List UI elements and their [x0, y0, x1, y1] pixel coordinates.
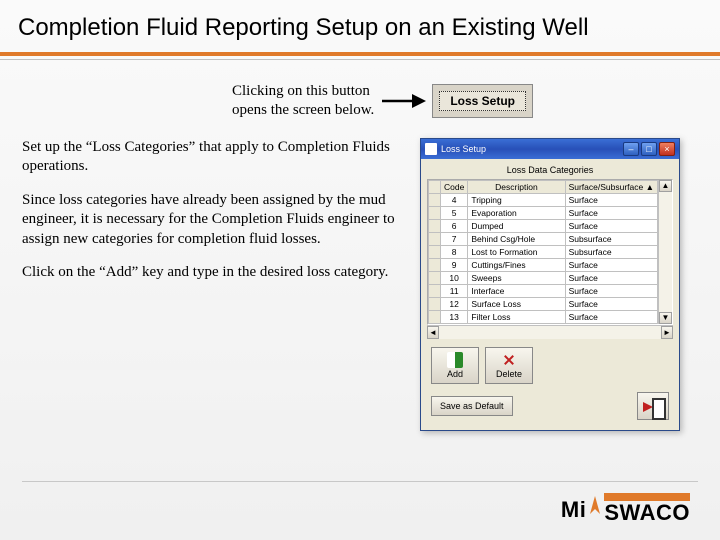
row-header[interactable]	[429, 297, 441, 310]
logo: Mi SWACO	[561, 493, 690, 526]
footer-rule	[22, 481, 698, 482]
col-description[interactable]: Description	[468, 180, 565, 193]
cell-surface[interactable]: Subsurface	[565, 232, 657, 245]
loss-setup-button-panel: Loss Setup	[432, 84, 533, 118]
table-row[interactable]: 11InterfaceSurface	[429, 284, 658, 297]
cell-code[interactable]: 7	[441, 232, 468, 245]
cell-code[interactable]: 12	[441, 297, 468, 310]
delete-button-label: Delete	[496, 369, 522, 379]
body-text: Set up the “Loss Categories” that apply …	[22, 138, 402, 431]
logo-swaco: SWACO	[604, 493, 690, 526]
cell-description[interactable]: Evaporation	[468, 206, 565, 219]
add-button-label: Add	[447, 369, 463, 379]
maximize-button[interactable]: □	[641, 142, 657, 156]
cell-description[interactable]: Behind Csg/Hole	[468, 232, 565, 245]
save-default-button[interactable]: Save as Default	[431, 396, 513, 416]
table-row[interactable]: 12Surface LossSurface	[429, 297, 658, 310]
table-row[interactable]: 8Lost to FormationSubsurface	[429, 245, 658, 258]
table-row[interactable]: 5EvaporationSurface	[429, 206, 658, 219]
add-icon	[447, 352, 463, 368]
loss-setup-window: Loss Setup – □ × Loss Data Categories Co…	[420, 138, 680, 431]
cell-description[interactable]: Filter Loss	[468, 310, 565, 323]
col-code[interactable]: Code	[441, 180, 468, 193]
exit-button[interactable]	[637, 392, 669, 420]
scroll-up-icon[interactable]: ▲	[659, 180, 672, 192]
row-header[interactable]	[429, 206, 441, 219]
row-header[interactable]	[429, 258, 441, 271]
scroll-left-icon[interactable]: ◄	[427, 326, 439, 339]
arrow-caption-line-1: Clicking on this button	[232, 83, 370, 99]
cell-surface[interactable]: Surface	[565, 310, 657, 323]
delete-icon	[501, 352, 517, 368]
row-header[interactable]	[429, 219, 441, 232]
logo-separator-icon	[588, 494, 602, 522]
cell-surface[interactable]: Surface	[565, 297, 657, 310]
row-header[interactable]	[429, 310, 441, 323]
cell-code[interactable]: 5	[441, 206, 468, 219]
grid-corner	[429, 180, 441, 193]
cell-code[interactable]: 11	[441, 284, 468, 297]
cell-description[interactable]: Cuttings/Fines	[468, 258, 565, 271]
cell-surface[interactable]: Surface	[565, 284, 657, 297]
title-rule	[0, 52, 720, 56]
paragraph-3: Click on the “Add” key and type in the d…	[22, 263, 402, 283]
col-surface[interactable]: Surface/Subsurface ▲	[565, 180, 657, 193]
horizontal-scrollbar[interactable]: ◄ ►	[427, 325, 673, 339]
paragraph-1: Set up the “Loss Categories” that apply …	[22, 138, 402, 177]
cell-surface[interactable]: Surface	[565, 219, 657, 232]
cell-surface[interactable]: Surface	[565, 271, 657, 284]
add-button[interactable]: Add	[431, 347, 479, 384]
row-header[interactable]	[429, 245, 441, 258]
loss-categories-grid[interactable]: Code Description Surface/Subsurface ▲ 4T…	[428, 180, 658, 324]
cell-description[interactable]: Lost to Formation	[468, 245, 565, 258]
minimize-button[interactable]: –	[623, 142, 639, 156]
paragraph-2: Since loss categories have already been …	[22, 191, 402, 250]
arrow-caption: Clicking on this button opens the screen…	[232, 82, 374, 120]
table-row[interactable]: 13Filter LossSurface	[429, 310, 658, 323]
cell-code[interactable]: 9	[441, 258, 468, 271]
slide-title: Completion Fluid Reporting Setup on an E…	[0, 0, 720, 48]
close-button[interactable]: ×	[659, 142, 675, 156]
vertical-scrollbar[interactable]: ▲ ▼	[658, 180, 672, 324]
cell-code[interactable]: 13	[441, 310, 468, 323]
cell-code[interactable]: 8	[441, 245, 468, 258]
cell-code[interactable]: 4	[441, 193, 468, 206]
cell-description[interactable]: Surface Loss	[468, 297, 565, 310]
scroll-down-icon[interactable]: ▼	[659, 312, 672, 324]
table-row[interactable]: 9Cuttings/FinesSurface	[429, 258, 658, 271]
arrow-right-icon	[382, 90, 426, 112]
window-title: Loss Setup	[441, 144, 486, 154]
logo-mi: Mi	[561, 497, 586, 523]
cell-surface[interactable]: Surface	[565, 206, 657, 219]
arrow-caption-line-2: opens the screen below.	[232, 102, 374, 118]
window-icon	[425, 143, 437, 155]
table-row[interactable]: 4TrippingSurface	[429, 193, 658, 206]
cell-surface[interactable]: Subsurface	[565, 245, 657, 258]
scroll-right-icon[interactable]: ►	[661, 326, 673, 339]
table-row[interactable]: 6DumpedSurface	[429, 219, 658, 232]
row-header[interactable]	[429, 284, 441, 297]
cell-surface[interactable]: Surface	[565, 193, 657, 206]
cell-description[interactable]: Dumped	[468, 219, 565, 232]
cell-description[interactable]: Tripping	[468, 193, 565, 206]
window-titlebar[interactable]: Loss Setup – □ ×	[421, 139, 679, 159]
cell-surface[interactable]: Surface	[565, 258, 657, 271]
cell-description[interactable]: Interface	[468, 284, 565, 297]
cell-code[interactable]: 10	[441, 271, 468, 284]
grid-caption: Loss Data Categories	[427, 165, 673, 175]
table-row[interactable]: 10SweepsSurface	[429, 271, 658, 284]
row-header[interactable]	[429, 193, 441, 206]
loss-setup-button[interactable]: Loss Setup	[439, 91, 526, 111]
row-header[interactable]	[429, 232, 441, 245]
table-row[interactable]: 7Behind Csg/HoleSubsurface	[429, 232, 658, 245]
delete-button[interactable]: Delete	[485, 347, 533, 384]
cell-code[interactable]: 6	[441, 219, 468, 232]
cell-description[interactable]: Sweeps	[468, 271, 565, 284]
row-header[interactable]	[429, 271, 441, 284]
